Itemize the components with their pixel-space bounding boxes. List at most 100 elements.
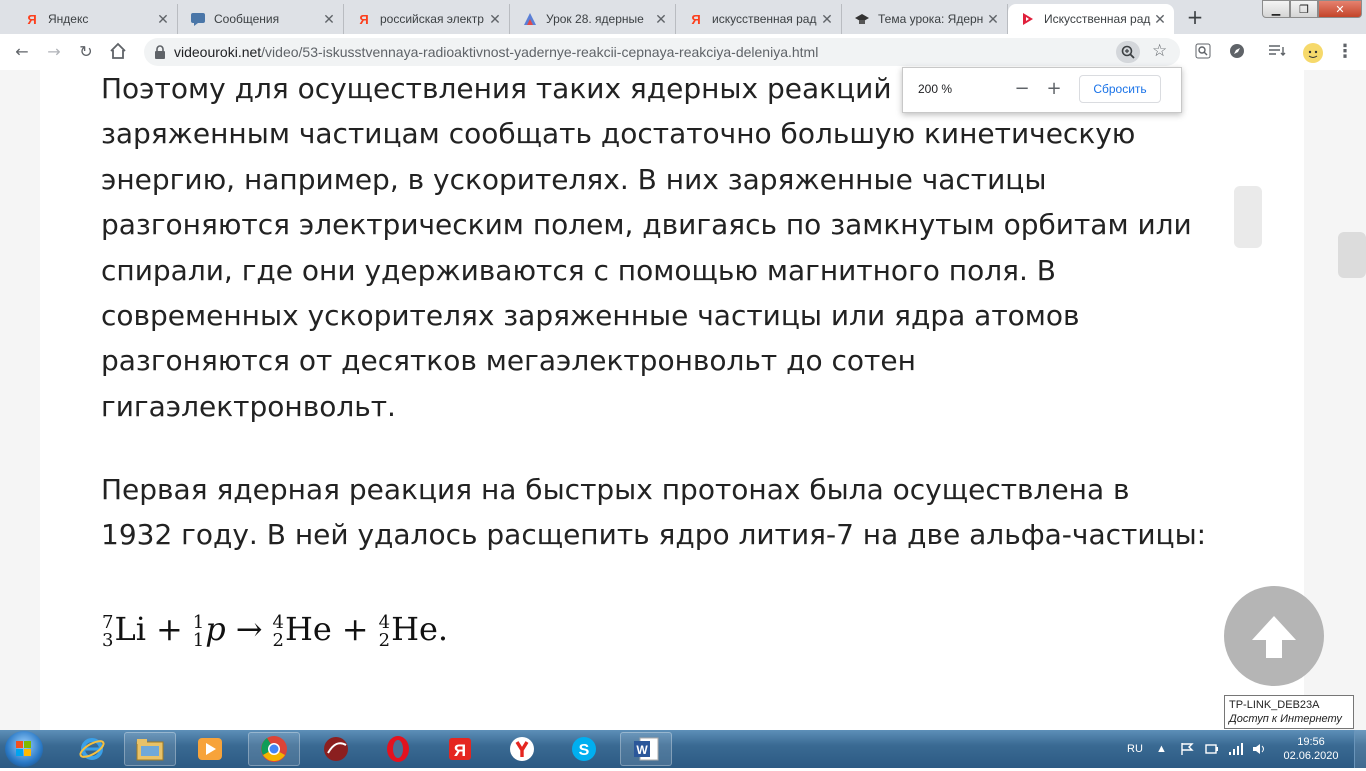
taskbar-clock[interactable]: 19:56 02.06.2020 [1276,735,1346,763]
tab-messages[interactable]: Сообщения ✕ [178,4,344,34]
text-line: разгоняются от десятков мегаэлектронволь… [101,344,916,378]
article-scrollbar-thumb[interactable] [1234,186,1262,248]
clock-time: 19:56 [1297,736,1325,748]
tab-title: Яндекс [48,12,89,26]
tab-strip: Я Яндекс ✕ Сообщения ✕ Я российская элек… [0,0,1366,34]
url-host: videouroki.net [174,44,262,60]
url-path: /video/53-iskusstvennaya-radioaktivnost-… [261,44,819,60]
element-symbol: He. [391,610,449,648]
skype-icon[interactable]: S [558,732,610,766]
language-indicator[interactable]: RU [1127,730,1143,768]
text-line: Первая ядерная реакция на быстрых протон… [101,473,1130,506]
charge-number: 1 [192,629,205,651]
close-icon[interactable]: ✕ [653,11,669,28]
reload-icon[interactable]: ↻ [76,42,96,62]
svg-text:W: W [636,743,648,757]
address-bar[interactable]: videouroki.net/video/53-iskusstvennaya-r… [144,38,1180,66]
tab-search-electric[interactable]: Я российская электр ✕ [344,4,510,34]
yandex-browser-icon[interactable] [496,732,548,766]
extension-search-icon[interactable] [1194,43,1212,61]
tab-yandex[interactable]: Я Яндекс ✕ [12,4,178,34]
tab-title: Искусственная рад [1044,12,1151,26]
start-button[interactable] [5,731,43,767]
chrome-icon[interactable] [248,732,300,766]
page-viewport: Поэтому для осуществления таких ядерных … [0,70,1366,730]
isotope-numbers: 42 [378,613,391,651]
network-name: TP-LINK_DEB23A [1229,699,1320,711]
zoom-popup: 200 % − + Сбросить [902,67,1182,113]
zoom-icon[interactable] [1116,41,1140,63]
explorer-icon[interactable] [124,732,176,766]
close-icon[interactable]: ✕ [321,11,337,28]
profile-avatar-icon[interactable] [1302,42,1324,64]
close-icon[interactable]: ✕ [487,11,503,28]
media-player-icon[interactable] [184,732,236,766]
flag-icon[interactable] [1180,730,1194,768]
tab-title: Сообщения [214,12,280,26]
mass-number: 4 [272,611,284,633]
zoom-in-button[interactable]: + [1042,77,1066,101]
zoom-out-button[interactable]: − [1010,77,1034,101]
svg-text:S: S [579,742,590,759]
tab-active-videouroki[interactable]: Искусственная рад ✕ [1008,4,1174,34]
text-line: 1932 году. В ней удалось расщепить ядро … [101,518,1207,552]
isotope-numbers: 42 [272,611,284,651]
zoom-level: 200 % [918,82,953,96]
operator: + [155,610,183,648]
close-icon[interactable]: ✕ [1152,11,1168,28]
scroll-to-top-button[interactable] [1224,586,1324,686]
bookmark-star-icon[interactable]: ☆ [1152,41,1167,61]
messages-icon [190,11,206,27]
new-tab-button[interactable]: + [1181,5,1209,29]
tab-lesson-28[interactable]: Урок 28. ядерные ✕ [510,4,676,34]
close-icon[interactable]: ✕ [155,11,171,28]
volume-icon[interactable] [1252,730,1268,768]
close-window-button[interactable]: ✕ [1318,0,1362,18]
mass-number: 1 [192,611,205,633]
wifi-signal-icon[interactable] [1228,730,1244,768]
close-icon[interactable]: ✕ [819,11,835,28]
back-icon[interactable]: ← [12,42,32,62]
zoom-reset-button[interactable]: Сбросить [1079,75,1161,103]
tab-lesson-topic[interactable]: Тема урока: Ядерн ✕ [842,4,1008,34]
forward-icon[interactable]: → [44,42,64,62]
unknown-app-icon[interactable] [310,732,362,766]
tab-search-radiation[interactable]: Я искусственная рад ✕ [676,4,842,34]
show-hidden-icons[interactable]: ▲ [1156,730,1167,768]
windows-logo-icon [16,741,31,756]
charge-number: 2 [272,629,284,651]
page-scrollbar-thumb[interactable] [1338,232,1366,278]
minimize-button[interactable]: ▁ [1262,0,1290,18]
menu-icon[interactable]: ⋮ [1336,43,1354,61]
network-status: Доступ к Интернету [1229,713,1342,725]
opera-icon[interactable] [372,732,424,766]
network-tooltip: TP-LINK_DEB23A Доступ к Интернету [1224,695,1354,729]
compass-icon[interactable] [1228,43,1246,61]
word-icon[interactable]: W [620,732,672,766]
isotope-numbers: 11 [192,611,205,651]
tab-title: Урок 28. ядерные [546,12,644,26]
text-line: спирали, где они удерживаются с помощью … [101,253,1056,287]
power-icon[interactable] [1204,730,1218,768]
home-icon[interactable] [108,42,128,62]
text-line: современных ускорителях заряженные части… [101,299,1080,333]
show-desktop-button[interactable] [1354,730,1366,768]
article-body: Поэтому для осуществления таких ядерных … [40,70,1304,730]
text-line: заряженным частицам сообщать достаточно … [101,117,1136,151]
maximize-button[interactable]: ❐ [1290,0,1318,18]
reading-list-icon[interactable] [1268,43,1286,61]
ie-icon[interactable] [66,732,118,766]
charge-number: 2 [378,629,391,651]
yandex-icon: Я [691,11,701,27]
yandex-icon[interactable]: Я [434,732,486,766]
browser-toolbar: ← → ↻ videouroki.net/video/53-iskusstven… [0,34,1366,71]
text-line: энергию, например, в ускорителях. В них … [101,162,1047,196]
tab-title: российская электр [380,12,484,26]
url-text: videouroki.net/video/53-iskusstvennaya-r… [174,44,818,60]
article-paragraph-2: Первая ядерная реакция на быстрых протон… [101,467,1291,558]
element-symbol: He [284,610,332,648]
windows-taskbar: Я S W RU ▲ 19:56 02.06.2020 [0,730,1366,768]
text-line: гигаэлектронвольт. [101,389,396,423]
mass-number: 7 [102,611,114,633]
close-icon[interactable]: ✕ [985,11,1001,28]
